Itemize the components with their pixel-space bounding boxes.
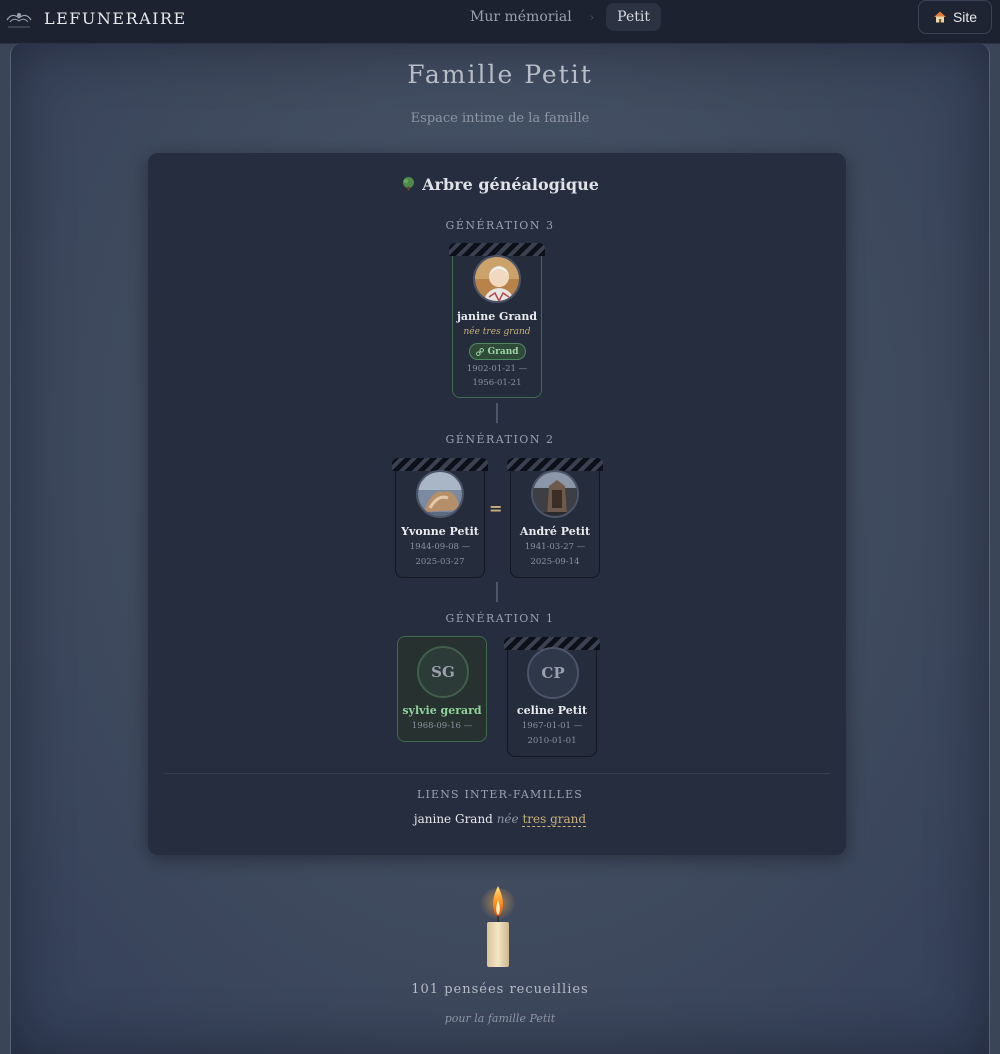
site-button-label: Site (952, 9, 978, 25)
link-person-name: janine Grand (413, 812, 493, 826)
page-title: Famille Petit (407, 60, 593, 89)
person-maiden-name: née tres grand (463, 327, 531, 337)
person-birth-date: 1941-03-27 — (524, 542, 586, 552)
tree-icon (403, 177, 415, 191)
generation-1-label: GÉNÉRATION 1 (445, 612, 555, 625)
person-death-date: 1956-01-21 (472, 378, 522, 388)
top-navbar: LEFUNERAIRE Mur mémorial › Petit Site (0, 0, 1000, 44)
person-card-sylvie-gerard[interactable]: SG sylvie gerard 1968-09-16 — (397, 636, 487, 742)
link-family-name[interactable]: tres grand (522, 812, 587, 827)
person-name: Yvonne Petit (401, 525, 479, 538)
breadcrumb: Mur mémorial › Petit (470, 2, 661, 32)
tree-connector (496, 403, 498, 423)
person-birth-date: 1902-01-21 — (466, 364, 528, 374)
thoughts-subtitle: pour la famille Petit (444, 1012, 556, 1025)
person-initials-avatar: SG (417, 646, 469, 698)
tree-title: Arbre généalogique (0, 175, 1000, 194)
generation-3-label: GÉNÉRATION 3 (445, 219, 555, 232)
breadcrumb-wall-link[interactable]: Mur mémorial (470, 9, 572, 25)
person-name: janine Grand (456, 310, 538, 323)
thoughts-count: 101 pensées recueillies (411, 982, 589, 997)
person-death-date: 2025-09-14 (530, 557, 580, 567)
panel-divider (164, 773, 830, 774)
badge-label: Grand (487, 346, 519, 357)
link-icon (476, 347, 485, 356)
person-card-yvonne-petit[interactable]: Yvonne Petit 1944-09-08 — 2025-03-27 (392, 458, 488, 578)
inter-family-links-title: LIENS INTER-FAMILLES (416, 788, 584, 801)
tree-connector (496, 582, 498, 602)
person-initials-avatar: CP (527, 647, 579, 699)
home-icon (933, 11, 946, 23)
person-name: sylvie gerard (402, 704, 482, 717)
person-death-date: 2025-03-27 (415, 557, 465, 567)
person-birth-date: 1944-09-08 — (409, 542, 471, 552)
breadcrumb-current: Petit (606, 3, 661, 31)
tree-title-text: Arbre généalogique (422, 175, 599, 194)
family-link-badge[interactable]: Grand (469, 343, 526, 360)
person-photo (416, 470, 464, 518)
person-birth-date: 1968-09-16 — (411, 721, 473, 731)
person-card-janine-grand[interactable]: janine Grand née tres grand Grand 1902-0… (449, 243, 545, 398)
brand-logo-link[interactable]: LEFUNERAIRE (4, 6, 187, 32)
person-name: celine Petit (516, 704, 588, 717)
person-card-andre-petit[interactable]: André Petit 1941-03-27 — 2025-09-14 (507, 458, 603, 578)
candle-button[interactable] (480, 880, 516, 970)
page-subtitle: Espace intime de la famille (410, 111, 590, 126)
spouse-link: = (489, 499, 503, 518)
person-photo (531, 470, 579, 518)
person-death-date: 2010-01-01 (527, 736, 577, 746)
person-name: André Petit (519, 525, 591, 538)
person-photo (473, 255, 521, 303)
brand-name: LEFUNERAIRE (44, 9, 187, 28)
candle-icon (480, 886, 516, 967)
logo-icon (6, 13, 32, 28)
inter-family-link: janine Grand née tres grand (0, 812, 1000, 827)
person-birth-date: 1967-01-01 — (521, 721, 583, 731)
person-card-celine-petit[interactable]: CP celine Petit 1967-01-01 — 2010-01-01 (504, 637, 600, 757)
site-button[interactable]: Site (918, 0, 992, 34)
generation-2-label: GÉNÉRATION 2 (445, 433, 555, 446)
chevron-right-icon: › (589, 10, 595, 24)
link-nee-word: née (496, 812, 519, 826)
